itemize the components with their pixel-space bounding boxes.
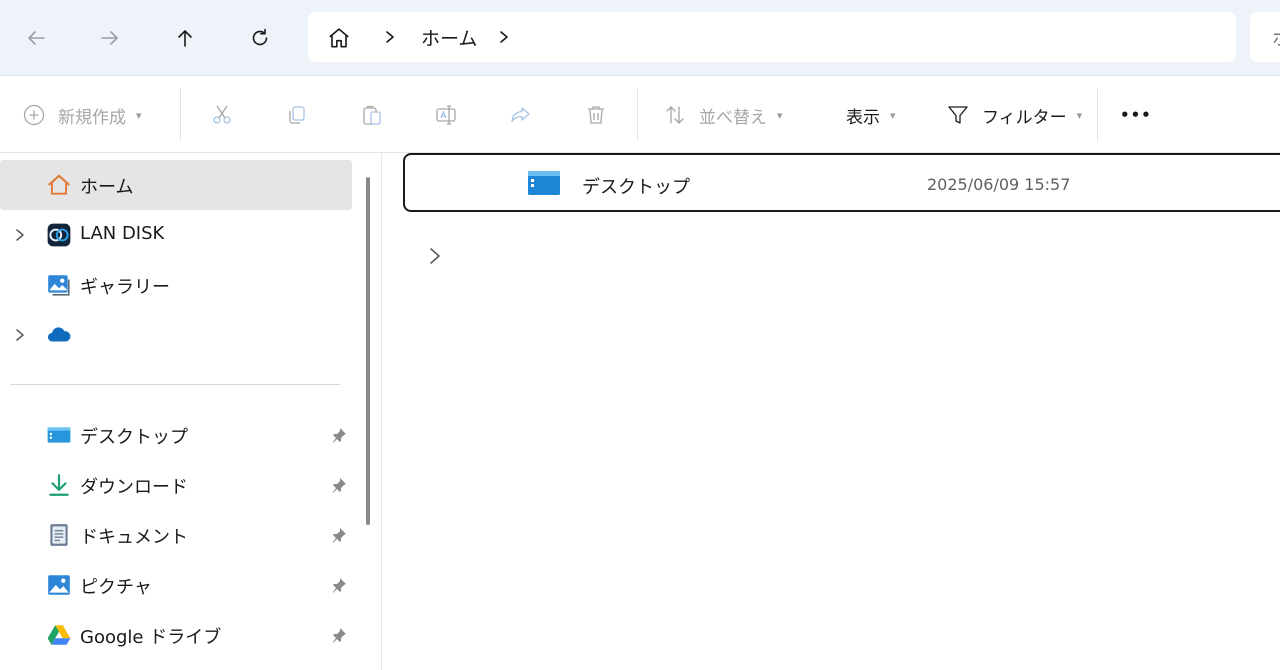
forward-arrow-icon (101, 31, 118, 45)
pin-icon[interactable] (330, 626, 348, 644)
more-options-button[interactable]: ••• (1120, 97, 1152, 133)
chevron-down-icon: ▾ (777, 108, 783, 122)
chevron-right-icon[interactable] (496, 28, 512, 46)
pictures-icon (48, 575, 70, 595)
divider (1097, 89, 1098, 141)
file-list-pane: デスクトップ 2025/06/09 15:57 (383, 153, 1280, 670)
address-box[interactable]: ホーム (308, 12, 1236, 62)
sidebar-scrollbar[interactable] (366, 177, 370, 525)
desktop-icon (47, 427, 71, 443)
refresh-button[interactable] (238, 16, 282, 60)
clipboard-icon (363, 105, 381, 125)
up-arrow-icon (178, 30, 192, 47)
sidebar-item-label: Google ドライブ (80, 627, 222, 648)
view-button-label: 表示 (846, 107, 880, 128)
file-date-modified: 2025/06/09 15:57 (927, 175, 1071, 194)
divider (637, 89, 638, 141)
sidebar-item-pictures[interactable]: ピクチャ (0, 560, 352, 610)
back-arrow-icon (28, 31, 45, 45)
filter-icon (948, 106, 968, 124)
home-icon[interactable] (326, 25, 352, 51)
pin-icon[interactable] (330, 476, 348, 494)
plus-circle-icon (23, 104, 45, 126)
google-drive-icon (47, 625, 71, 645)
expand-chevron-icon[interactable] (12, 226, 28, 244)
sidebar-item-google-drive[interactable]: Google ドライブ (0, 610, 352, 660)
sidebar-item-label: ギャラリー (80, 277, 170, 298)
lan-disk-icon (47, 223, 71, 247)
sidebar-item-home[interactable]: ホーム (0, 160, 352, 210)
breadcrumb-home[interactable]: ホーム (421, 24, 477, 51)
delete-button[interactable] (584, 97, 608, 133)
home-icon (47, 174, 71, 195)
download-icon (49, 474, 69, 496)
filter-button-label: フィルター (982, 107, 1067, 128)
sidebar-item-label: デスクトップ (80, 427, 188, 448)
sidebar-item-documents[interactable]: ドキュメント (0, 510, 352, 560)
more-options-icon: ••• (1120, 106, 1152, 124)
sort-button-label: 並べ替え (699, 107, 767, 128)
document-icon (50, 524, 68, 546)
sidebar-item-label: ダウンロード (80, 477, 188, 498)
search-placeholder: ホ (1272, 25, 1280, 51)
filter-button[interactable]: フィルター ▾ (946, 97, 1082, 133)
sort-button[interactable]: 並べ替え ▾ (663, 97, 783, 133)
title-address-bar: ホーム ホ (0, 0, 1280, 76)
gallery-icon (48, 275, 70, 296)
copy-icon (289, 106, 305, 124)
new-button-label: 新規作成 (58, 107, 126, 128)
onedrive-cloud-icon (47, 327, 71, 342)
sidebar-item-downloads[interactable]: ダウンロード (0, 460, 352, 510)
command-bar: 新規作成 ▾ 並べ替え ▾ 表示 ▾ フィルター ▾ ••• (0, 77, 1280, 153)
expand-chevron-icon[interactable] (12, 326, 28, 344)
sidebar-item-label: ホーム (80, 177, 134, 198)
divider (180, 89, 181, 141)
pin-icon[interactable] (330, 426, 348, 444)
refresh-icon (252, 28, 268, 46)
sidebar-divider (10, 384, 340, 385)
scissors-icon (213, 105, 231, 124)
collapse-group-chevron-icon[interactable] (425, 245, 445, 267)
pin-icon[interactable] (330, 526, 348, 544)
file-name: デスクトップ (582, 177, 690, 198)
new-button[interactable]: 新規作成 ▾ (22, 97, 142, 133)
view-button[interactable]: 表示 ▾ (846, 97, 896, 133)
chevron-down-icon: ▾ (136, 108, 142, 122)
copy-button[interactable] (285, 97, 309, 133)
desktop-folder-icon (528, 171, 560, 195)
sidebar-item-label: LAN DISK (80, 223, 165, 244)
share-button[interactable] (509, 97, 533, 133)
chevron-down-icon: ▾ (1076, 108, 1083, 122)
sort-icon (666, 106, 684, 124)
file-row-desktop[interactable]: デスクトップ 2025/06/09 15:57 (403, 153, 1280, 212)
sidebar-item-desktop[interactable]: デスクトップ (0, 410, 352, 460)
chevron-right-icon[interactable] (382, 28, 398, 46)
rename-icon (436, 105, 456, 125)
sidebar-item-label: ドキュメント (80, 527, 188, 548)
sidebar-item-onedrive[interactable] (0, 310, 352, 360)
sidebar-item-lan-disk[interactable]: LAN DISK (0, 210, 352, 260)
rename-button[interactable] (434, 97, 458, 133)
navigation-pane: ホーム LAN DISK ギャラリー デスクトップ ダウンロード ドキュメント … (0, 153, 382, 670)
share-icon (511, 107, 530, 123)
sidebar-item-label: ピクチャ (80, 577, 152, 598)
up-button[interactable] (163, 16, 207, 60)
paste-button[interactable] (360, 97, 384, 133)
chevron-down-icon: ▾ (890, 108, 896, 122)
trash-icon (588, 106, 604, 124)
pin-icon[interactable] (330, 576, 348, 594)
forward-button[interactable] (88, 16, 132, 60)
back-button[interactable] (14, 16, 58, 60)
cut-button[interactable] (210, 97, 234, 133)
search-input[interactable]: ホ (1250, 12, 1280, 62)
sidebar-item-gallery[interactable]: ギャラリー (0, 260, 352, 310)
